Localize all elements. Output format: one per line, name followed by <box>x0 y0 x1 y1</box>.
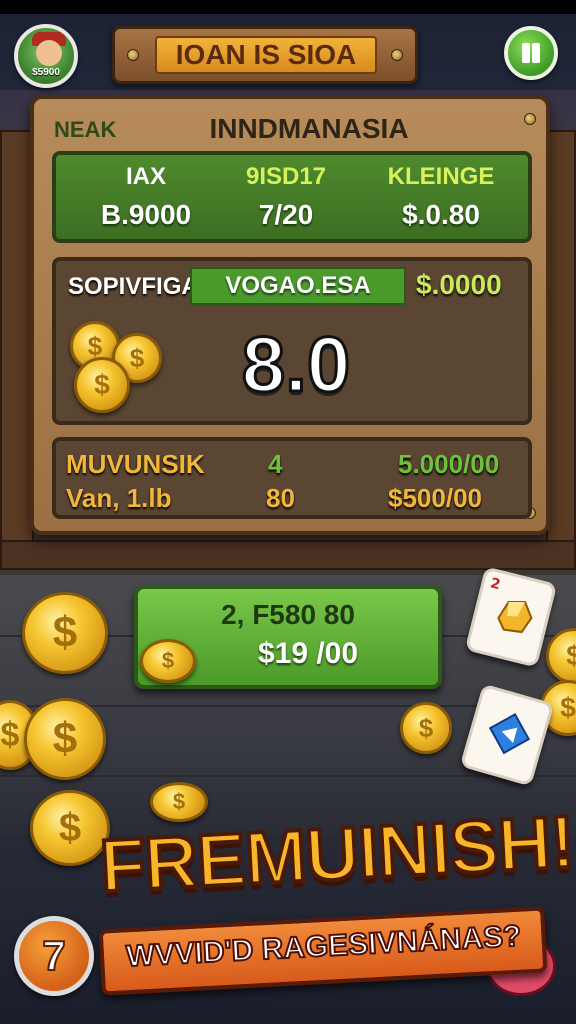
title-text: IOAN IS SIOA <box>155 36 377 74</box>
coin-icon: $ <box>24 698 106 780</box>
board-title: INNDMANASIA <box>209 113 409 144</box>
bottom-value: $500/00 <box>388 483 482 513</box>
main-panel-label: SOPIVFIGA <box>68 273 199 300</box>
blue-gem-icon <box>488 713 531 755</box>
background-shelf <box>0 540 576 570</box>
status-strip <box>0 0 576 14</box>
background-beam-right <box>546 130 576 570</box>
nail-icon <box>524 113 536 125</box>
title-sign: IOAN IS SIOA <box>112 26 418 84</box>
reward-line-2: $19 /00 <box>257 637 359 670</box>
stat-header: 9ISD17 <box>245 163 327 190</box>
info-board: NEAK INNDMANASIA IAX B.9000 9ISD17 7/20 … <box>30 95 550 535</box>
reward-button[interactable]: 2, F580 80 $ $19 /00 <box>134 585 442 689</box>
main-panel-value: $.0000 <box>416 269 502 300</box>
stats-panel: IAX B.9000 9ISD17 7/20 KLEINGE $.0.80 <box>52 151 532 243</box>
level-badge[interactable]: 7 <box>14 916 94 996</box>
ribbon-text: WVVID'D RAGESIVNÁNAS? <box>124 919 523 975</box>
bottom-value: 80 <box>266 483 295 513</box>
avatar-face <box>36 40 62 66</box>
action-ribbon[interactable]: WVVID'D RAGESIVNÁNAS? <box>98 906 548 996</box>
nail-icon <box>391 49 403 61</box>
coin-icon: $ <box>74 357 130 413</box>
pause-icon <box>522 43 530 63</box>
stat-value: B.9000 <box>100 199 192 230</box>
stat-column: KLEINGE $.0.80 <box>366 163 516 231</box>
floor-line <box>0 775 576 777</box>
bottom-label: Van, 1.lb <box>66 483 172 513</box>
stat-column: IAX B.9000 <box>86 163 206 231</box>
bottom-value: 4 <box>268 449 283 479</box>
main-panel-bar[interactable]: VOGAO.ESA <box>190 267 406 305</box>
background-beam-left <box>0 130 34 570</box>
coin-icon: $ <box>140 639 196 683</box>
bottom-panel: MUVUNSIK 4 5.000/00 Van, 1.lb 80 $500/00 <box>52 437 532 519</box>
pause-button[interactable] <box>504 26 558 80</box>
main-score: 8.0 <box>240 319 351 410</box>
stat-value: 7/20 <box>258 199 314 230</box>
stat-value: $.0.80 <box>402 199 480 230</box>
coin-icon: $ <box>150 782 208 822</box>
main-panel: SOPIVFIGA VOGAO.ESA $.0000 $ $ $ 8.0 <box>52 257 532 425</box>
stat-header: IAX <box>125 163 166 190</box>
pause-icon <box>532 43 540 63</box>
board-label: NEAK <box>54 117 117 142</box>
player-avatar[interactable]: $5900 <box>14 24 78 88</box>
gold-gem-icon <box>497 600 533 634</box>
reward-line-1: 2, F580 80 <box>221 599 355 630</box>
avatar-coin-tag: $5900 <box>32 67 60 78</box>
nail-icon <box>127 49 139 61</box>
coin-icon: $ <box>22 592 108 674</box>
stat-column: 9ISD17 7/20 <box>226 163 346 231</box>
bottom-label: MUVUNSIK <box>66 449 205 479</box>
bottom-value: 5.000/00 <box>398 449 500 479</box>
coin-icon: $ <box>400 702 452 754</box>
stat-header: KLEINGE <box>387 163 495 190</box>
